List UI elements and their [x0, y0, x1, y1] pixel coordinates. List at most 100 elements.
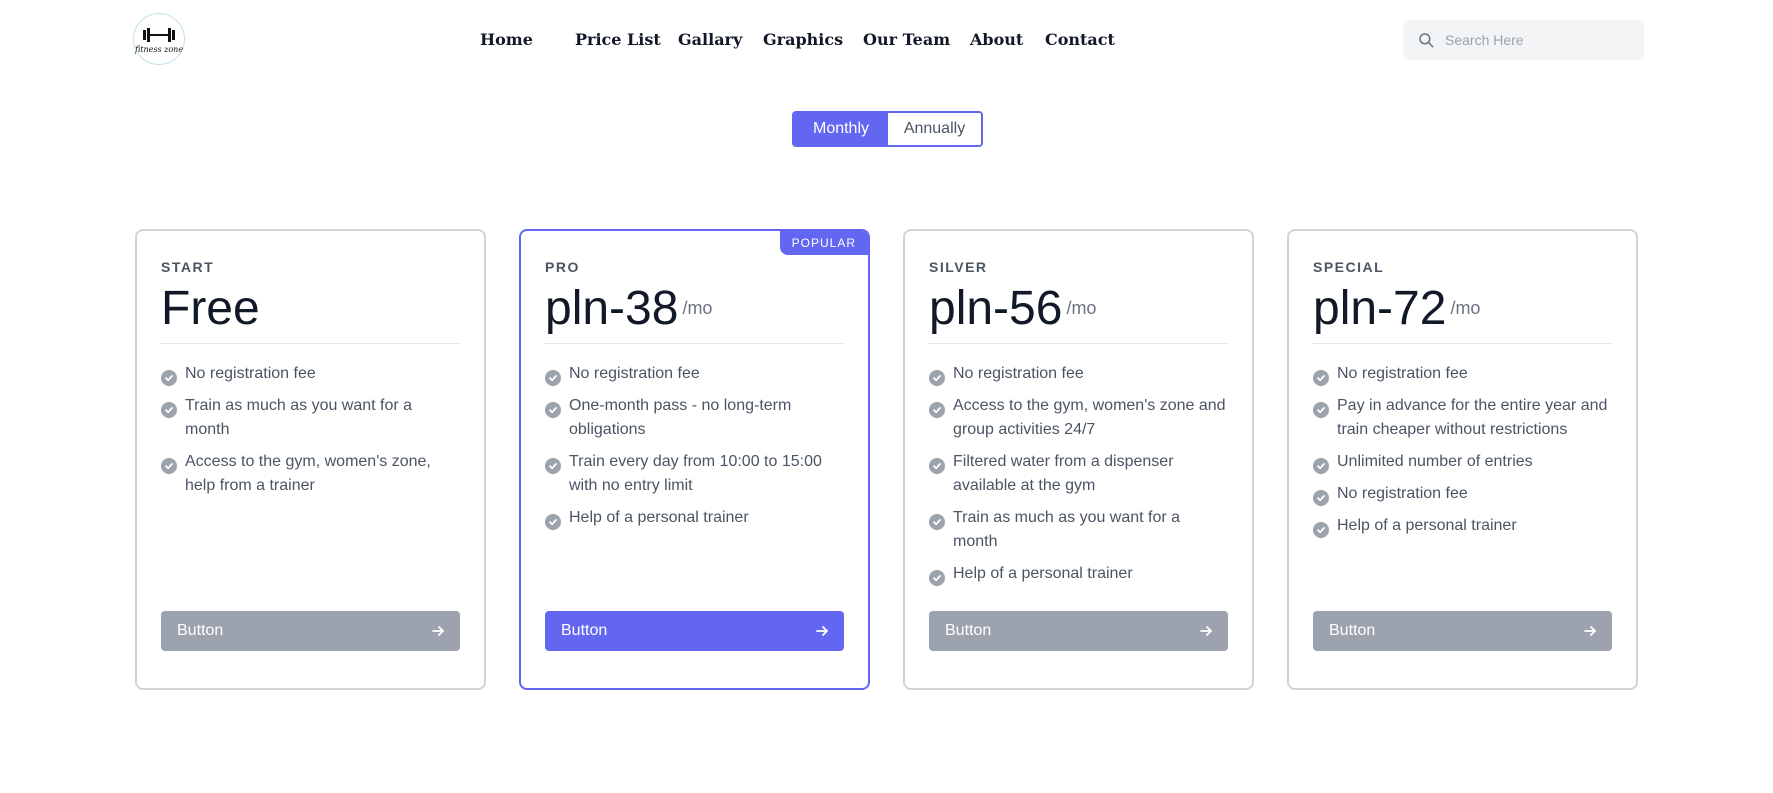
- nav-item-graphics[interactable]: Graphics: [763, 30, 843, 49]
- feature-item: Access to the gym, women's zone, help fr…: [161, 450, 460, 498]
- plan-name: PRO: [545, 259, 580, 275]
- button-label: Button: [945, 622, 992, 639]
- price-row: pln-38 /mo: [545, 281, 712, 337]
- plan-name: SPECIAL: [1313, 259, 1385, 275]
- check-circle-icon: [1313, 522, 1329, 538]
- plan-price: Free: [161, 282, 260, 335]
- nav-item-contact[interactable]: Contact: [1045, 30, 1115, 49]
- feature-item: One-month pass - no long-term obligation…: [545, 394, 844, 442]
- feature-text: Help of a personal trainer: [569, 509, 749, 526]
- feature-list: No registration fee Train as much as you…: [161, 362, 460, 506]
- plan-price: pln-38: [545, 282, 679, 335]
- feature-item: Access to the gym, women's zone and grou…: [929, 394, 1228, 442]
- feature-text: Train as much as you want for a month: [953, 509, 1181, 550]
- feature-item: Help of a personal trainer: [929, 562, 1228, 586]
- check-circle-icon: [545, 514, 561, 530]
- pricing-card-special: SPECIAL pln-72 /mo No registration fee P…: [1287, 229, 1638, 690]
- nav-item-about[interactable]: About: [970, 30, 1023, 49]
- feature-item: No registration fee: [161, 362, 460, 386]
- feature-item: Pay in advance for the entire year and t…: [1313, 394, 1612, 442]
- feature-item: No registration fee: [545, 362, 844, 386]
- price-row: pln-72 /mo: [1313, 281, 1480, 337]
- feature-text: Access to the gym, women's zone and grou…: [953, 397, 1226, 438]
- feature-text: No registration fee: [1337, 485, 1468, 502]
- plan-name: SILVER: [929, 259, 988, 275]
- arrow-right-icon: [1584, 626, 1596, 636]
- check-circle-icon: [929, 514, 945, 530]
- check-circle-icon: [1313, 402, 1329, 418]
- start-plan-button[interactable]: Button: [161, 611, 460, 651]
- check-circle-icon: [545, 458, 561, 474]
- feature-item: Train as much as you want for a month: [929, 506, 1228, 554]
- divider: [161, 343, 460, 344]
- popular-badge: POPULAR: [779, 231, 868, 255]
- price-row: Free: [161, 281, 260, 337]
- pricing-card-start: START Free No registration fee Train as …: [135, 229, 486, 690]
- feature-item: No registration fee: [1313, 482, 1612, 506]
- check-circle-icon: [929, 570, 945, 586]
- feature-item: Unlimited number of entries: [1313, 450, 1612, 474]
- price-row: pln-56 /mo: [929, 281, 1096, 337]
- arrow-right-icon: [432, 626, 444, 636]
- feature-item: No registration fee: [929, 362, 1228, 386]
- check-circle-icon: [929, 458, 945, 474]
- feature-text: Train every day from 10:00 to 15:00 with…: [569, 453, 822, 494]
- search-box[interactable]: [1403, 20, 1644, 60]
- feature-text: One-month pass - no long-term obligation…: [569, 397, 792, 438]
- search-input[interactable]: [1445, 32, 1635, 48]
- check-circle-icon: [929, 402, 945, 418]
- price-period: /mo: [1450, 298, 1481, 318]
- special-plan-button[interactable]: Button: [1313, 611, 1612, 651]
- button-label: Button: [1329, 622, 1376, 639]
- check-circle-icon: [545, 402, 561, 418]
- arrow-right-icon: [816, 626, 828, 636]
- billing-toggle: Monthly Annually: [792, 111, 983, 147]
- feature-item: Help of a personal trainer: [1313, 514, 1612, 538]
- pricing-card-pro: POPULAR PRO pln-38 /mo No registration f…: [519, 229, 870, 690]
- monthly-toggle-button[interactable]: Monthly: [794, 113, 888, 145]
- feature-text: No registration fee: [569, 365, 700, 382]
- feature-text: No registration fee: [953, 365, 1084, 382]
- silver-plan-button[interactable]: Button: [929, 611, 1228, 651]
- nav-item-gallary[interactable]: Gallary: [678, 30, 742, 49]
- feature-text: Unlimited number of entries: [1337, 453, 1533, 470]
- divider: [1313, 343, 1612, 344]
- divider: [929, 343, 1228, 344]
- button-label: Button: [177, 622, 224, 639]
- feature-list: No registration fee Access to the gym, w…: [929, 362, 1228, 594]
- feature-text: Access to the gym, women's zone, help fr…: [185, 453, 431, 494]
- feature-list: No registration fee One-month pass - no …: [545, 362, 844, 538]
- price-period: /mo: [1066, 298, 1097, 318]
- feature-item: Help of a personal trainer: [545, 506, 844, 530]
- nav-item-our-team[interactable]: Our Team: [863, 30, 950, 49]
- feature-text: Help of a personal trainer: [1337, 517, 1517, 534]
- logo[interactable]: fitness zone: [133, 13, 185, 65]
- search-icon: [1419, 33, 1434, 48]
- pro-plan-button[interactable]: Button: [545, 611, 844, 651]
- check-circle-icon: [545, 370, 561, 386]
- annually-toggle-button[interactable]: Annually: [888, 113, 981, 145]
- feature-text: No registration fee: [185, 365, 316, 382]
- plan-name: START: [161, 259, 215, 275]
- pricing-card-silver: SILVER pln-56 /mo No registration fee Ac…: [903, 229, 1254, 690]
- button-label: Button: [561, 622, 608, 639]
- check-circle-icon: [1313, 370, 1329, 386]
- feature-item: Filtered water from a dispenser availabl…: [929, 450, 1228, 498]
- check-circle-icon: [1313, 490, 1329, 506]
- logo-text: fitness zone: [134, 44, 184, 54]
- price-period: /mo: [682, 298, 713, 318]
- arrow-right-icon: [1200, 626, 1212, 636]
- plan-price: pln-56: [929, 282, 1063, 335]
- dumbbell-icon: [143, 27, 175, 42]
- check-circle-icon: [161, 458, 177, 474]
- divider: [545, 343, 844, 344]
- nav-item-home[interactable]: Home: [480, 30, 533, 49]
- feature-text: Help of a personal trainer: [953, 565, 1133, 582]
- feature-item: No registration fee: [1313, 362, 1612, 386]
- nav-item-price-list[interactable]: Price List: [575, 30, 661, 49]
- check-circle-icon: [161, 402, 177, 418]
- check-circle-icon: [1313, 458, 1329, 474]
- plan-price: pln-72: [1313, 282, 1447, 335]
- feature-text: Filtered water from a dispenser availabl…: [953, 453, 1174, 494]
- check-circle-icon: [929, 370, 945, 386]
